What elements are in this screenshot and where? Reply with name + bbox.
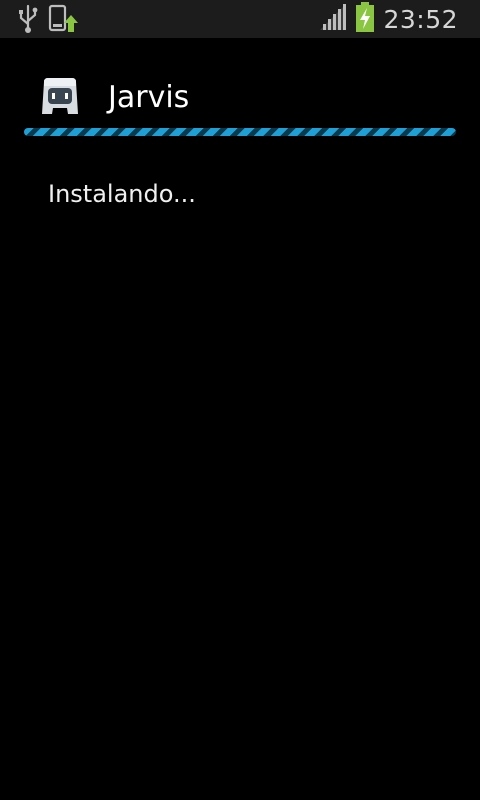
clock: 23:52 <box>383 4 458 34</box>
dialog-header: Jarvis <box>24 70 456 130</box>
phone-screen: 23:52 Jarvis Instalando... <box>0 0 480 800</box>
notification-icons <box>18 4 78 38</box>
system-icons: 23:52 <box>319 0 458 38</box>
cordova-robot-icon <box>38 74 82 118</box>
app-update-icon <box>48 4 78 38</box>
status-bar: 23:52 <box>0 0 480 38</box>
dialog-message: Instalando... <box>48 180 196 208</box>
indeterminate-progress-bar <box>24 128 456 136</box>
battery-charging-icon <box>355 2 375 36</box>
dialog-title: Jarvis <box>108 80 190 115</box>
usb-icon <box>18 4 38 38</box>
signal-icon <box>319 3 347 35</box>
